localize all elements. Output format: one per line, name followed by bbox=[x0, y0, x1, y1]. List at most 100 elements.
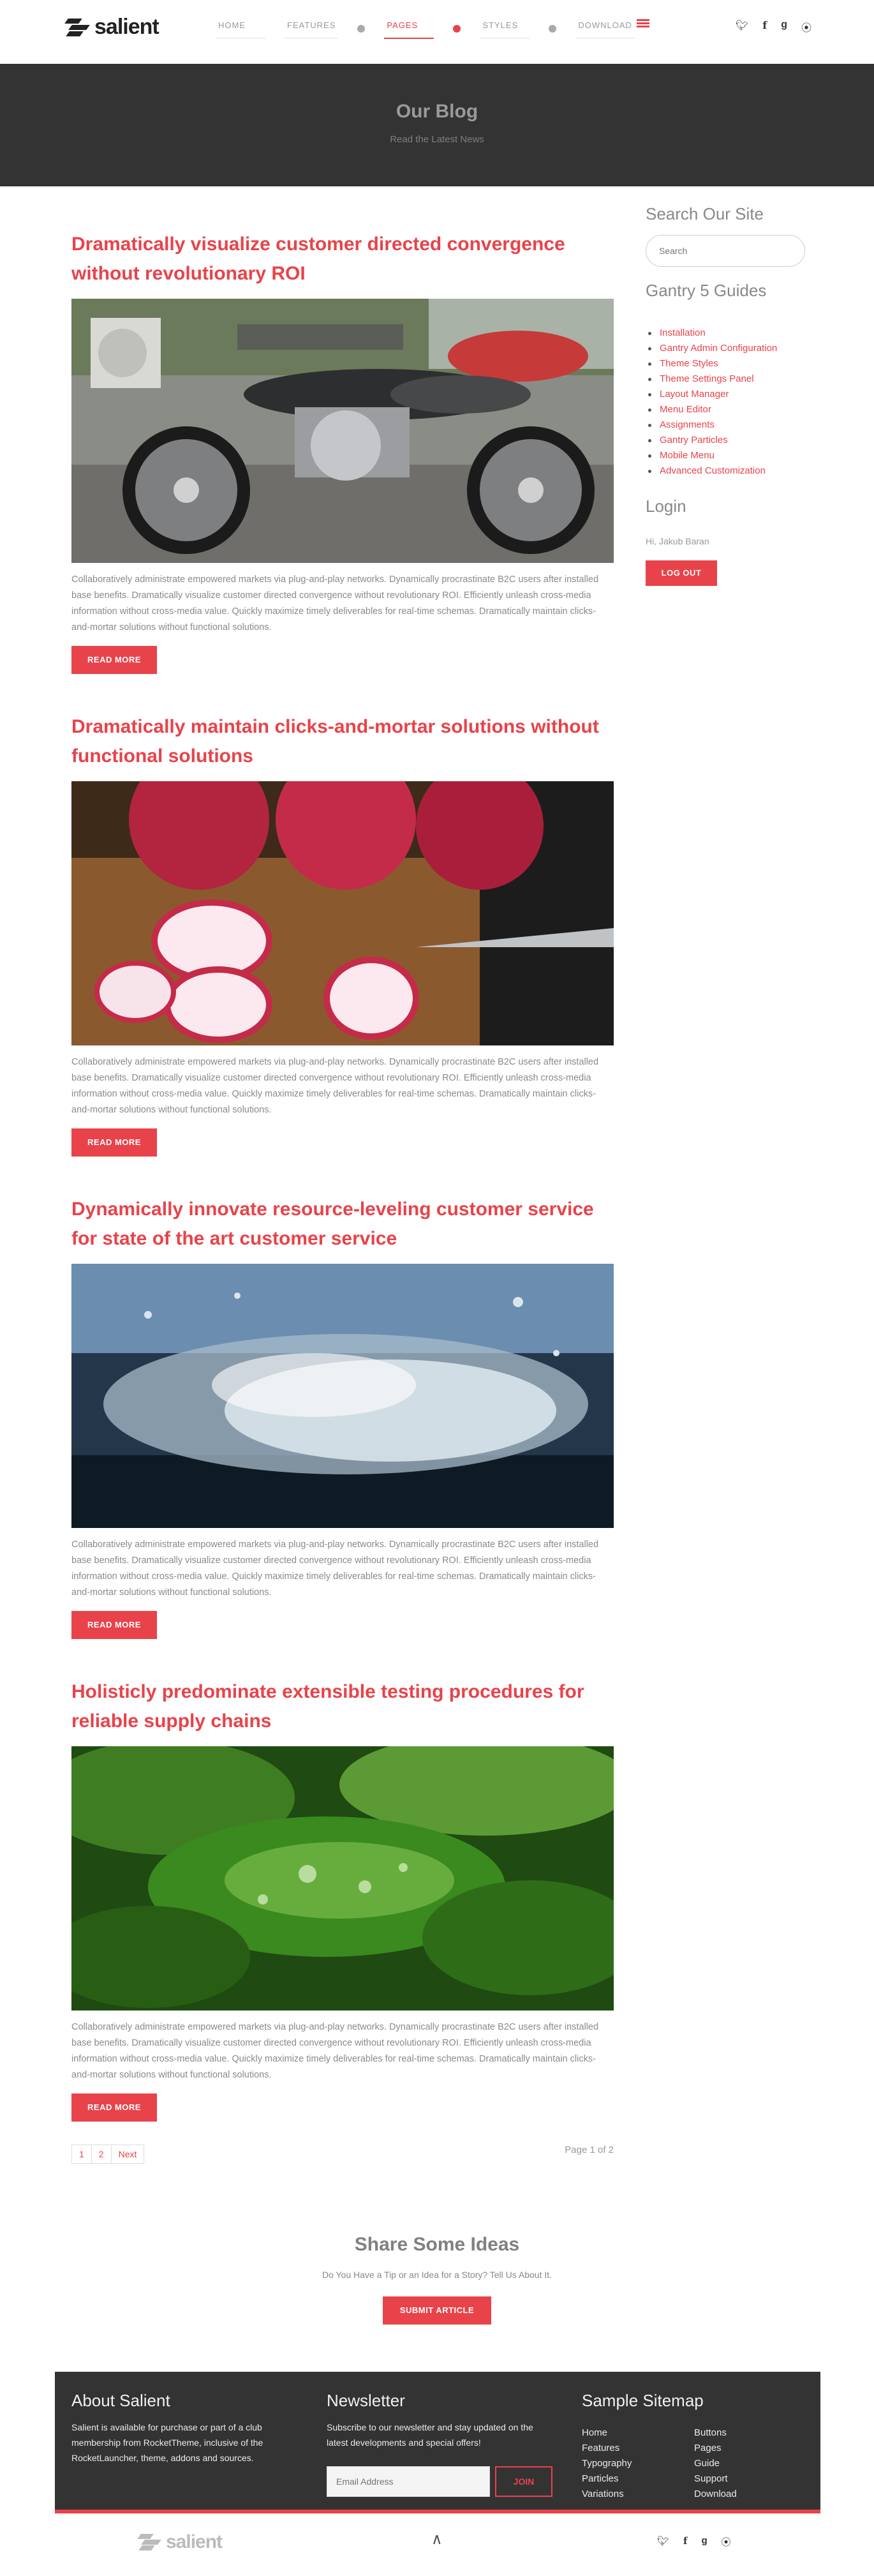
search-input[interactable] bbox=[646, 235, 805, 267]
post-image-green-leaves[interactable] bbox=[71, 1746, 614, 2011]
newsletter-heading: Newsletter bbox=[327, 2391, 405, 2410]
sitemap-links: Home Buttons Features Pages Typography G… bbox=[582, 2425, 771, 2502]
sitemap-link-variations[interactable]: Variations bbox=[582, 2487, 694, 2502]
join-button[interactable]: JOIN bbox=[495, 2466, 552, 2497]
post-image-water-splash[interactable] bbox=[71, 1264, 614, 1528]
post-title[interactable]: Dramatically visualize customer directed… bbox=[71, 230, 614, 288]
sitemap-link-features[interactable]: Features bbox=[582, 2441, 694, 2456]
site-footer: About Salient Salient is available for p… bbox=[55, 2372, 820, 2513]
main-nav: HOME FEATURES PAGES STYLES DOWNLOAD bbox=[216, 18, 635, 39]
footer-social-links: 🐦︎ f g ⦿ bbox=[657, 2535, 731, 2549]
share-title: Share Some Ideas bbox=[354, 2234, 520, 2255]
email-field[interactable] bbox=[327, 2466, 490, 2497]
footer-logo[interactable]: salient bbox=[137, 2531, 223, 2553]
nav-dropdown-icon bbox=[453, 24, 461, 33]
next-page-button[interactable]: Next bbox=[110, 2145, 145, 2164]
logo-text: salient bbox=[166, 2531, 223, 2552]
login-heading: Login bbox=[646, 497, 686, 516]
google-plus-icon[interactable]: g bbox=[702, 2535, 707, 2549]
guides-heading: Gantry 5 Guides bbox=[646, 281, 767, 300]
nav-dropdown-icon bbox=[549, 24, 557, 33]
newsletter-column: Newsletter Subscribe to our newsletter a… bbox=[327, 2391, 550, 2450]
post-title[interactable]: Holisticly predominate extensible testin… bbox=[71, 1677, 614, 1736]
back-to-top-icon[interactable]: ∧ bbox=[431, 2530, 443, 2549]
guide-link[interactable]: Installation bbox=[646, 326, 777, 341]
page-1-button[interactable]: 1 bbox=[71, 2145, 92, 2164]
sitemap-heading: Sample Sitemap bbox=[582, 2391, 704, 2410]
google-plus-icon[interactable]: g bbox=[781, 19, 787, 34]
guide-link[interactable]: Gantry Particles bbox=[646, 433, 777, 448]
post-excerpt: Collaboratively administrate empowered m… bbox=[71, 2022, 599, 2080]
social-links: 🐦︎ f g ⦿ bbox=[736, 19, 811, 34]
sitemap-link-pages[interactable]: Pages bbox=[694, 2441, 771, 2456]
facebook-icon[interactable]: f bbox=[683, 2535, 687, 2549]
page-2-button[interactable]: 2 bbox=[91, 2145, 112, 2164]
post-excerpt: Collaboratively administrate empowered m… bbox=[71, 1057, 599, 1115]
guide-link[interactable]: Advanced Customization bbox=[646, 463, 777, 479]
guides-list: Installation Gantry Admin Configuration … bbox=[646, 326, 777, 479]
page-title: Our Blog bbox=[396, 101, 478, 122]
logo-text: salient bbox=[94, 14, 159, 39]
post-title[interactable]: Dramatically maintain clicks-and-mortar … bbox=[71, 712, 614, 771]
logout-button[interactable]: LOG OUT bbox=[646, 560, 717, 586]
read-more-button[interactable]: READ MORE bbox=[71, 1611, 157, 1639]
sitemap-link-guide[interactable]: Guide bbox=[694, 2456, 771, 2471]
nav-item-features[interactable]: FEATURES bbox=[285, 18, 339, 39]
facebook-icon[interactable]: f bbox=[762, 19, 767, 34]
blog-post: Dramatically maintain clicks-and-mortar … bbox=[71, 712, 614, 1157]
read-more-button[interactable]: READ MORE bbox=[71, 1128, 157, 1157]
nav-item-styles[interactable]: STYLES bbox=[480, 18, 530, 39]
share-subtitle: Do You Have a Tip or an Idea for a Story… bbox=[322, 2270, 552, 2280]
sitemap-link-particles[interactable]: Particles bbox=[582, 2471, 694, 2487]
about-heading: About Salient bbox=[71, 2391, 170, 2410]
post-excerpt: Collaboratively administrate empowered m… bbox=[71, 574, 599, 633]
post-image-motorcycle[interactable] bbox=[71, 299, 614, 563]
post-image-radishes[interactable] bbox=[71, 781, 614, 1045]
twitter-icon[interactable]: 🐦︎ bbox=[736, 19, 748, 34]
twitter-icon[interactable]: 🐦︎ bbox=[657, 2535, 669, 2549]
blog-post: Holisticly predominate extensible testin… bbox=[71, 1677, 614, 2122]
login-greeting: Hi, Jakub Baran bbox=[646, 536, 709, 546]
submit-article-button[interactable]: SUBMIT ARTICLE bbox=[383, 2296, 491, 2325]
logo-icon bbox=[137, 2533, 161, 2552]
hero-banner: Our Blog Read the Latest News bbox=[0, 64, 874, 186]
sitemap-column: Sample Sitemap bbox=[582, 2391, 704, 2411]
bottom-bar: salient ∧ 🐦︎ f g ⦿ bbox=[0, 2517, 874, 2576]
read-more-button[interactable]: READ MORE bbox=[71, 2093, 157, 2122]
logo[interactable]: salient bbox=[64, 14, 159, 40]
post-excerpt: Collaboratively administrate empowered m… bbox=[71, 1539, 599, 1598]
nav-item-pages[interactable]: PAGES bbox=[384, 18, 434, 39]
pagination: 1 2 Next bbox=[71, 2145, 145, 2164]
nav-item-download[interactable]: DOWNLOAD bbox=[575, 18, 635, 39]
sitemap-link-download[interactable]: Download bbox=[694, 2487, 771, 2502]
read-more-button[interactable]: READ MORE bbox=[71, 646, 157, 674]
guide-link[interactable]: Assignments bbox=[646, 417, 777, 433]
about-column: About Salient Salient is available for p… bbox=[71, 2391, 307, 2466]
guide-link[interactable]: Mobile Menu bbox=[646, 448, 777, 463]
sitemap-link-home[interactable]: Home bbox=[582, 2425, 694, 2441]
guide-link[interactable]: Theme Styles bbox=[646, 356, 777, 371]
guide-link[interactable]: Layout Manager bbox=[646, 387, 777, 402]
newsletter-text: Subscribe to our newsletter and stay upd… bbox=[327, 2422, 533, 2448]
guide-link[interactable]: Gantry Admin Configuration bbox=[646, 341, 777, 356]
nav-item-home[interactable]: HOME bbox=[216, 18, 265, 39]
hamburger-menu-icon[interactable] bbox=[637, 19, 649, 28]
sitemap-link-buttons[interactable]: Buttons bbox=[694, 2425, 771, 2441]
about-text: Salient is available for purchase or par… bbox=[71, 2422, 263, 2463]
sitemap-link-support[interactable]: Support bbox=[694, 2471, 771, 2487]
blog-post: Dramatically visualize customer directed… bbox=[71, 230, 614, 674]
nav-dropdown-icon bbox=[357, 24, 366, 33]
logo-icon bbox=[64, 17, 90, 36]
guide-link[interactable]: Theme Settings Panel bbox=[646, 371, 777, 387]
site-header: salient HOME FEATURES PAGES STYLES DOWNL… bbox=[0, 0, 874, 64]
rss-icon[interactable]: ⦿ bbox=[801, 19, 811, 34]
page-status: Page 1 of 2 bbox=[565, 2145, 614, 2155]
page-subtitle: Read the Latest News bbox=[390, 134, 484, 145]
post-title[interactable]: Dynamically innovate resource-leveling c… bbox=[71, 1195, 614, 1254]
blog-post: Dynamically innovate resource-leveling c… bbox=[71, 1195, 614, 1639]
search-heading: Search Our Site bbox=[646, 204, 764, 223]
guide-link[interactable]: Menu Editor bbox=[646, 402, 777, 417]
sitemap-link-typography[interactable]: Typography bbox=[582, 2456, 694, 2471]
share-section: Share Some Ideas Do You Have a Tip or an… bbox=[0, 2234, 874, 2325]
rss-icon[interactable]: ⦿ bbox=[722, 2535, 731, 2549]
